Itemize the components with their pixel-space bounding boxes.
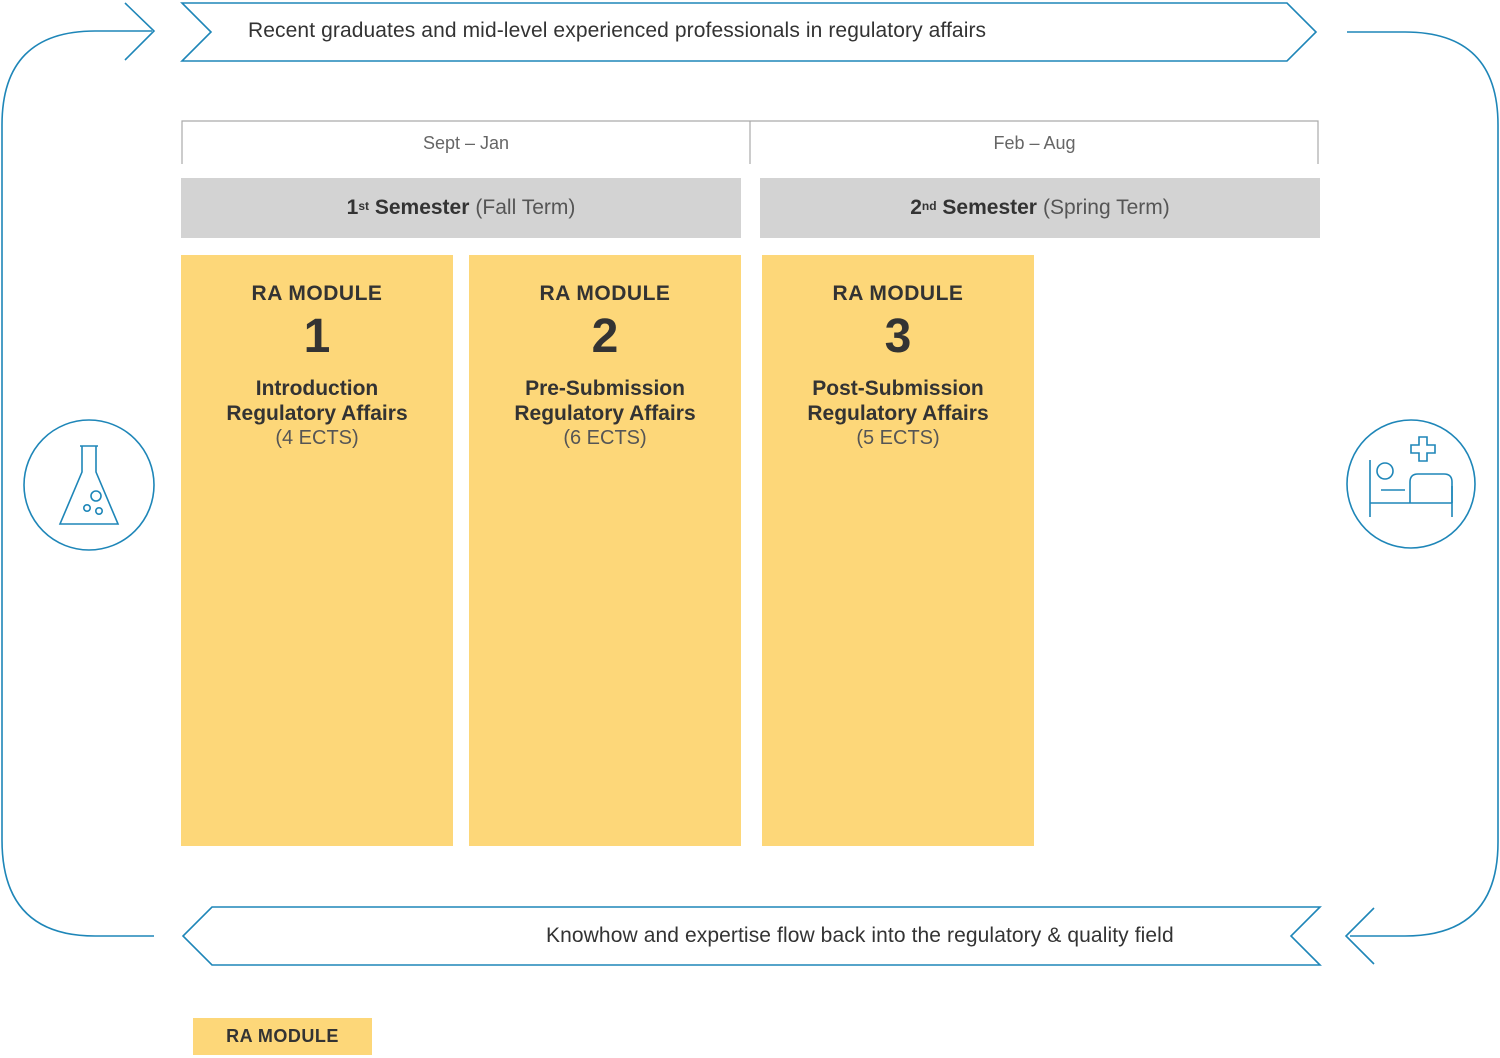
module-number: 3 [884,310,912,363]
module-title-line1: Pre-Submission [525,377,685,401]
module-title-line1: Introduction [255,377,379,401]
module-title-line2: Regulatory Affairs [807,402,989,426]
semester-label: Semester [942,196,1037,219]
semester-ordinal-suffix: nd [921,199,937,213]
module-card-3: RA MODULE 3 Post-Submission Regulatory A… [762,255,1034,846]
module-heading: RA MODULE [832,282,964,305]
legend-ra-module: RA MODULE [193,1018,372,1055]
flask-icon [23,419,155,551]
module-credits: (6 ECTS) [563,427,647,450]
semester-term: (Spring Term) [1042,196,1170,219]
module-title-line1: Post-Submission [812,377,984,401]
module-title-line2: Regulatory Affairs [226,402,408,426]
semester-ordinal-suffix: st [358,199,369,213]
semester-number: 1 [346,196,359,219]
module-card-1: RA MODULE 1 Introduction Regulatory Affa… [181,255,453,846]
semester-term: (Fall Term) [475,196,576,219]
semester-label: Semester [374,196,470,219]
module-number: 2 [591,310,619,363]
module-number: 1 [303,310,331,363]
semester-header-spring: 2nd Semester (Spring Term) [760,178,1320,238]
semester-header-fall: 1st Semester (Fall Term) [181,178,741,238]
period-label-fall: Sept – Jan [422,132,510,153]
module-credits: (4 ECTS) [275,427,359,450]
module-heading: RA MODULE [251,282,383,305]
bottom-banner-text: Knowhow and expertise flow back into the… [546,924,1174,947]
semester-number: 2 [910,196,922,219]
module-card-2: RA MODULE 2 Pre-Submission Regulatory Af… [469,255,741,846]
period-label-spring: Feb – Aug [993,132,1076,153]
module-credits: (5 ECTS) [856,427,940,450]
module-title-line2: Regulatory Affairs [514,402,696,426]
top-banner-text: Recent graduates and mid-level experienc… [248,19,987,42]
hospital-bed-icon [1346,419,1476,549]
module-heading: RA MODULE [539,282,671,305]
